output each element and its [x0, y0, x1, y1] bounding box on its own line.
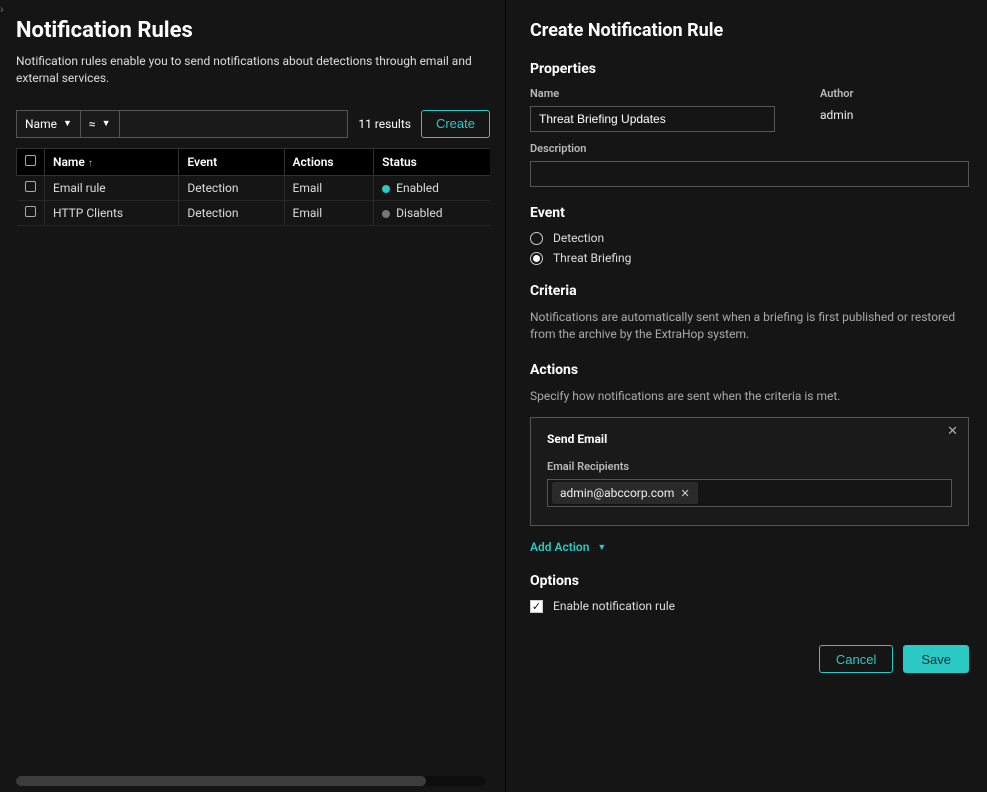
filter-column-select[interactable]: Name ▼ — [16, 110, 81, 138]
horizontal-scrollbar[interactable] — [16, 776, 486, 786]
filter-text-field[interactable] — [120, 110, 349, 138]
event-option-briefing[interactable]: Threat Briefing — [530, 251, 969, 265]
author-value: admin — [820, 106, 853, 122]
row-event: Detection — [179, 200, 284, 225]
section-actions: Actions — [530, 362, 969, 378]
row-event: Detection — [179, 175, 284, 200]
row-status: Enabled — [374, 175, 490, 200]
add-action-button[interactable]: Add Action ▼ — [530, 540, 606, 554]
col-status[interactable]: Status — [374, 148, 490, 175]
chevron-down-icon: ▼ — [63, 118, 72, 129]
create-button[interactable]: Create — [421, 110, 490, 138]
rules-list-pane: Notification Rules Notification rules en… — [0, 0, 506, 792]
recipients-label: Email Recipients — [547, 460, 952, 473]
row-status: Disabled — [374, 200, 490, 225]
event-option-detection[interactable]: Detection — [530, 231, 969, 245]
page-intro: Notification rules enable you to send no… — [16, 53, 490, 88]
panel-title: Create Notification Rule — [530, 20, 969, 41]
row-name: Email rule — [45, 175, 179, 200]
radio-icon — [530, 232, 543, 245]
col-actions[interactable]: Actions — [284, 148, 374, 175]
cancel-button[interactable]: Cancel — [819, 645, 893, 673]
sort-asc-icon: ↑ — [88, 158, 93, 169]
enable-rule-checkbox[interactable]: ✓ Enable notification rule — [530, 599, 969, 613]
chevron-down-icon: ▼ — [597, 542, 606, 553]
action-card-title: Send Email — [547, 432, 952, 446]
section-event: Event — [530, 205, 969, 221]
close-icon[interactable]: ✕ — [947, 424, 958, 439]
row-actions: Email — [284, 200, 374, 225]
checkbox-icon: ✓ — [530, 600, 543, 613]
select-all-checkbox[interactable] — [17, 148, 45, 175]
name-field[interactable] — [530, 106, 775, 132]
results-count: 11 results — [348, 117, 421, 131]
table-row[interactable]: HTTP ClientsDetectionEmailDisableden — [17, 200, 491, 225]
recipient-chip: admin@abccorp.com ✕ — [552, 482, 698, 504]
filter-column-label: Name — [25, 117, 57, 131]
row-actions: Email — [284, 175, 374, 200]
actions-intro: Specify how notifications are sent when … — [530, 388, 969, 405]
filter-bar: Name ▼ ≈ ▼ 11 results Create — [16, 110, 490, 138]
row-checkbox[interactable] — [17, 200, 45, 225]
criteria-text: Notifications are automatically sent whe… — [530, 309, 969, 344]
radio-icon — [530, 252, 543, 265]
col-name[interactable]: Name↑ — [45, 148, 179, 175]
author-label: Author — [820, 87, 853, 100]
row-checkbox[interactable] — [17, 175, 45, 200]
rules-table: Name↑ Event Actions Status Author Email … — [16, 148, 490, 786]
description-label: Description — [530, 142, 969, 155]
description-field[interactable] — [530, 161, 969, 187]
scrollbar-thumb[interactable] — [16, 776, 426, 786]
save-button[interactable]: Save — [903, 645, 969, 673]
row-name: HTTP Clients — [45, 200, 179, 225]
add-action-label: Add Action — [530, 540, 589, 554]
event-briefing-label: Threat Briefing — [553, 251, 631, 265]
enable-rule-label: Enable notification rule — [553, 599, 675, 613]
chevron-down-icon: ▼ — [102, 118, 111, 129]
table-row[interactable]: Email ruleDetectionEmailEnabledje — [17, 175, 491, 200]
col-event[interactable]: Event — [179, 148, 284, 175]
section-criteria: Criteria — [530, 283, 969, 299]
status-dot-icon — [382, 185, 390, 193]
recipient-chip-label: admin@abccorp.com — [560, 486, 674, 500]
section-properties: Properties — [530, 61, 969, 77]
event-detection-label: Detection — [553, 231, 604, 245]
filter-operator-select[interactable]: ≈ ▼ — [81, 110, 120, 138]
filter-input[interactable] — [128, 116, 340, 131]
action-card-send-email: ✕ Send Email Email Recipients admin@abcc… — [530, 417, 969, 526]
filter-operator-label: ≈ — [89, 117, 96, 131]
name-label: Name — [530, 87, 780, 100]
page-title: Notification Rules — [16, 18, 490, 43]
recipients-field[interactable]: admin@abccorp.com ✕ — [547, 479, 952, 507]
section-options: Options — [530, 573, 969, 589]
status-dot-icon — [382, 210, 390, 218]
chip-remove-icon[interactable]: ✕ — [680, 487, 689, 500]
create-rule-panel: Create Notification Rule Properties Name… — [506, 0, 987, 792]
